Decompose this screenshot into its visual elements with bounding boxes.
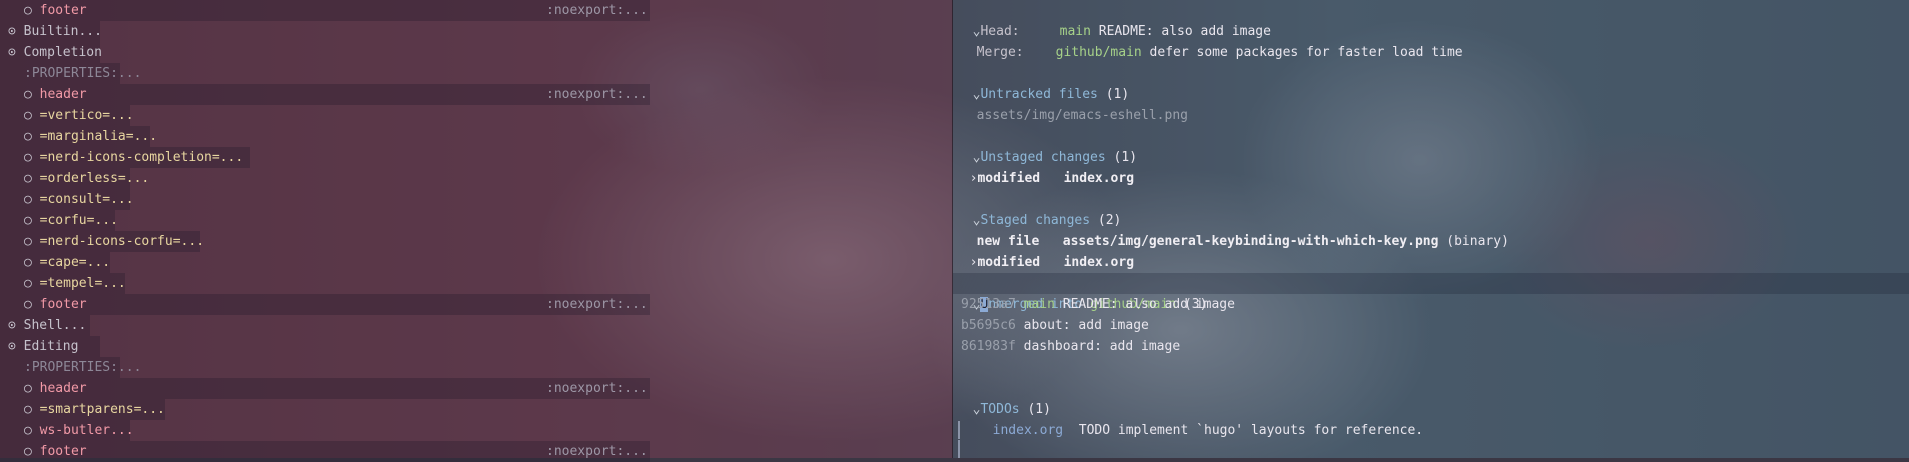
outline-heading-label: footer bbox=[39, 444, 87, 459]
commit-row[interactable]: 861983f dashboard: add image bbox=[961, 336, 1180, 357]
commit-message: README: also add image bbox=[1062, 297, 1235, 312]
merge-branch-link[interactable]: github/main bbox=[1056, 45, 1142, 60]
folded-bullet-icon[interactable]: ⊙ bbox=[8, 339, 24, 354]
commit-row[interactable]: 92513a7 main README: also add image bbox=[961, 294, 1235, 315]
branch-ref: main bbox=[1023, 297, 1055, 312]
outline-heading[interactable]: ○ =nerd-icons-completion=... bbox=[24, 147, 243, 168]
outline-heading[interactable]: ○ =consult=... bbox=[24, 189, 134, 210]
outline-heading[interactable]: :PROPERTIES:... bbox=[24, 357, 141, 378]
outline-heading-label: =cape=... bbox=[39, 255, 111, 270]
outline-heading-label: Completion bbox=[23, 45, 102, 60]
unmerged-section-header[interactable]: ⌄Unmerged into github/main (3) bbox=[957, 273, 1207, 312]
open-bullet-icon[interactable]: ○ bbox=[24, 108, 40, 123]
open-bullet-icon[interactable]: ○ bbox=[24, 192, 40, 207]
open-bullet-icon[interactable]: ○ bbox=[24, 423, 40, 438]
outline-heading[interactable]: ○ footer bbox=[24, 0, 87, 21]
outline-heading-label: =nerd-icons-corfu=... bbox=[39, 234, 205, 249]
open-bullet-icon[interactable]: ○ bbox=[24, 3, 40, 18]
open-bullet-icon[interactable]: ○ bbox=[24, 276, 40, 291]
outline-heading[interactable]: ○ =nerd-icons-corfu=... bbox=[24, 231, 204, 252]
outline-heading[interactable]: ○ footer bbox=[24, 441, 87, 462]
open-bullet-icon[interactable]: ○ bbox=[24, 129, 40, 144]
outline-heading[interactable]: ○ footer bbox=[24, 294, 87, 315]
org-tag: :noexport:... bbox=[546, 444, 648, 459]
org-tag: :noexport:... bbox=[546, 297, 648, 312]
staged-file-row[interactable]: new file assets/img/general-keybinding-w… bbox=[961, 210, 1509, 249]
unstaged-section-header[interactable]: ⌄Unstaged changes (1) bbox=[957, 126, 1137, 165]
outline-heading[interactable]: ⊙ Completion bbox=[8, 42, 102, 63]
staged-file-row[interactable]: ›modified index.org bbox=[954, 231, 1134, 270]
outline-heading-label: Shell... bbox=[23, 318, 87, 333]
folded-bullet-icon[interactable]: ⊙ bbox=[8, 318, 24, 333]
todo-item[interactable]: index.org TODO implement `hugo' layouts … bbox=[977, 399, 1423, 438]
outline-heading-label: ws-butler... bbox=[39, 423, 134, 438]
commit-message: dashboard: add image bbox=[1023, 339, 1181, 354]
outline-heading[interactable]: ○ ws-butler... bbox=[24, 420, 134, 441]
untracked-file[interactable]: assets/img/emacs-eshell.png bbox=[961, 84, 1188, 123]
outline-heading[interactable]: :PROPERTIES:... bbox=[24, 63, 141, 84]
outline-heading-label: =tempel=... bbox=[39, 276, 126, 291]
outline-heading[interactable]: ○ =orderless=... bbox=[24, 168, 149, 189]
open-bullet-icon[interactable]: ○ bbox=[24, 444, 40, 459]
open-bullet-icon[interactable]: ○ bbox=[24, 234, 40, 249]
outline-heading[interactable]: ⊙ Shell... bbox=[8, 315, 86, 336]
outline-heading[interactable]: ○ =vertico=... bbox=[24, 105, 134, 126]
outline-heading-label: header bbox=[39, 87, 87, 102]
open-bullet-icon[interactable]: ○ bbox=[24, 297, 40, 312]
commit-row[interactable]: b5695c6 about: add image bbox=[961, 315, 1149, 336]
commit-message: about: add image bbox=[1023, 318, 1149, 333]
open-bullet-icon[interactable]: ○ bbox=[24, 402, 40, 417]
outline-heading-label: =consult=... bbox=[39, 192, 134, 207]
commit-hash: 861983f bbox=[961, 339, 1016, 354]
open-bullet-icon[interactable]: ○ bbox=[24, 255, 40, 270]
open-bullet-icon[interactable]: ○ bbox=[24, 87, 40, 102]
outline-heading-label: =nerd-icons-completion=... bbox=[39, 150, 244, 165]
outline-heading-label: :PROPERTIES:... bbox=[24, 66, 142, 81]
outline-heading-label: =vertico=... bbox=[39, 108, 134, 123]
outline-heading[interactable]: ○ =marginalia=... bbox=[24, 126, 157, 147]
fringe-indicator bbox=[958, 421, 960, 439]
unstaged-file-row[interactable]: ›modified index.org bbox=[954, 147, 1134, 186]
outline-heading[interactable]: ○ =cape=... bbox=[24, 252, 110, 273]
outline-heading-label: footer bbox=[39, 297, 87, 312]
commit-hash: 92513a7 bbox=[961, 297, 1016, 312]
open-bullet-icon[interactable]: ○ bbox=[24, 150, 40, 165]
outline-heading[interactable]: ○ =corfu=... bbox=[24, 210, 118, 231]
org-tag: :noexport:... bbox=[546, 3, 648, 18]
folded-bullet-icon[interactable]: ⊙ bbox=[8, 45, 24, 60]
org-tag: :noexport:... bbox=[546, 87, 648, 102]
folded-bullet-icon[interactable]: ⊙ bbox=[8, 24, 24, 39]
outline-heading-label: Builtin... bbox=[23, 24, 102, 39]
outline-heading[interactable]: ○ header bbox=[24, 84, 87, 105]
outline-heading-label: =smartparens=... bbox=[39, 402, 165, 417]
outline-heading[interactable]: ○ header bbox=[24, 378, 87, 399]
commit-hash: b5695c6 bbox=[961, 318, 1016, 333]
org-tag: :noexport:... bbox=[546, 381, 648, 396]
open-bullet-icon[interactable]: ○ bbox=[24, 171, 40, 186]
outline-heading-label: :PROPERTIES:... bbox=[24, 360, 142, 375]
outline-heading-label: footer bbox=[39, 3, 87, 18]
outline-heading[interactable]: ○ =smartparens=... bbox=[24, 399, 165, 420]
todos-section-header[interactable]: ⌄TODOs (1) bbox=[957, 378, 1051, 417]
open-bullet-icon[interactable]: ○ bbox=[24, 213, 40, 228]
outline-heading-label: header bbox=[39, 381, 87, 396]
outline-heading-label: =marginalia=... bbox=[39, 129, 158, 144]
untracked-section-header[interactable]: ⌄Untracked files (1) bbox=[957, 63, 1130, 102]
outline-heading-label: =corfu=... bbox=[39, 213, 118, 228]
staged-section-header[interactable]: ⌄Staged changes (2) bbox=[957, 189, 1122, 228]
outline-heading[interactable]: ○ =tempel=... bbox=[24, 273, 126, 294]
head-line: ⌄Head: main README: also add image bbox=[972, 24, 1271, 39]
outline-heading[interactable]: ⊙ Builtin... bbox=[8, 21, 102, 42]
fringe-indicator bbox=[958, 440, 960, 458]
outline-heading-label: =orderless=... bbox=[39, 171, 150, 186]
outline-heading[interactable]: ⊙ Editing bbox=[8, 336, 78, 357]
merge-line: Merge: github/main defer some packages fo… bbox=[976, 45, 1463, 60]
outline-heading-label: Editing bbox=[23, 339, 79, 354]
open-bullet-icon[interactable]: ○ bbox=[24, 381, 40, 396]
